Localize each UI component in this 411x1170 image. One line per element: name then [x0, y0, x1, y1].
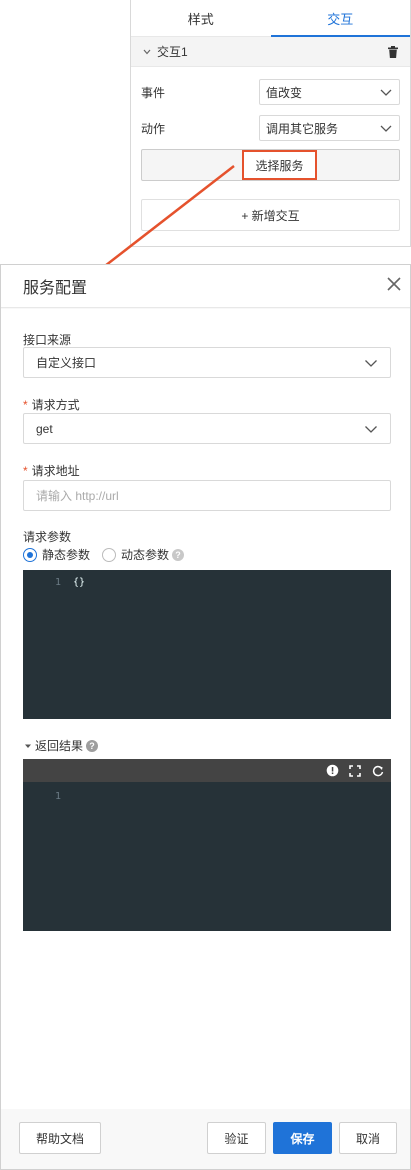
static-params-radio[interactable]: 静态参数 — [23, 546, 90, 563]
method-select[interactable]: get — [23, 413, 391, 444]
select-service-container: 选择服务 — [141, 149, 400, 181]
select-service-button[interactable]: 选择服务 — [242, 150, 317, 180]
save-button[interactable]: 保存 — [273, 1122, 332, 1154]
result-code-editor[interactable]: 1 — [23, 782, 391, 931]
dialog-body: 接口来源 自定义接口 *请求方式 get *请求地址 请求参数 静态 — [1, 309, 410, 1109]
params-code: {} — [73, 577, 86, 588]
validate-button[interactable]: 验证 — [207, 1122, 266, 1154]
help-icon[interactable]: ? — [86, 739, 99, 752]
dynamic-params-label: 动态参数 — [121, 548, 170, 562]
source-value: 自定义接口 — [36, 356, 97, 370]
result-section-toggle[interactable]: 返回结果 ? — [23, 737, 99, 754]
dialog-header: 服务配置 — [1, 265, 410, 308]
action-value: 调用其它服务 — [266, 121, 339, 136]
chevron-down-icon — [379, 121, 393, 135]
method-label-text: 请求方式 — [31, 398, 80, 412]
fullscreen-icon[interactable] — [346, 762, 364, 780]
required-mark: * — [23, 464, 28, 478]
method-value: get — [36, 421, 53, 436]
cancel-button[interactable]: 取消 — [339, 1122, 397, 1154]
action-select[interactable]: 调用其它服务 — [259, 115, 400, 141]
tab-style[interactable]: 样式 — [131, 0, 271, 36]
chevron-down-icon — [379, 85, 393, 99]
action-label: 动作 — [141, 121, 166, 136]
interaction-group-header[interactable]: 交互1 — [131, 37, 410, 67]
close-icon[interactable] — [385, 275, 403, 293]
action-row: 动作 调用其它服务 — [141, 115, 400, 141]
address-label: * 请求地址 — [23, 462, 80, 479]
dialog-title: 服务配置 — [23, 280, 88, 297]
params-mode-radios: 静态参数 动态参数 ? — [23, 546, 196, 563]
caret-down-icon — [23, 741, 33, 751]
trash-icon[interactable] — [386, 45, 400, 59]
radio-indicator — [23, 547, 37, 562]
interaction-panel: 样式 交互 交互1 事件 值改变 动作 调用其它服务 选择服务 + 新增交互 — [130, 0, 411, 247]
service-config-dialog: 服务配置 接口来源 自定义接口 *请求方式 get *请求地址 请求参数 — [0, 264, 411, 1170]
add-interaction-button[interactable]: + 新增交互 — [141, 199, 400, 231]
help-icon[interactable]: ? — [172, 548, 185, 561]
help-doc-button[interactable]: 帮助文档 — [19, 1122, 101, 1154]
radio-indicator — [102, 547, 117, 562]
result-label: 返回结果 — [35, 739, 84, 753]
source-label: 接口来源 — [23, 333, 72, 347]
address-label-text: 请求地址 — [31, 464, 80, 478]
event-select[interactable]: 值改变 — [259, 79, 400, 105]
dynamic-params-radio[interactable]: 动态参数 ? — [102, 546, 185, 563]
event-row: 事件 值改变 — [141, 79, 400, 105]
static-params-label: 静态参数 — [42, 548, 91, 562]
chevron-down-icon — [364, 356, 378, 370]
address-input[interactable] — [23, 480, 391, 511]
refresh-icon[interactable] — [369, 762, 387, 780]
source-select[interactable]: 自定义接口 — [23, 347, 391, 378]
tab-interaction[interactable]: 交互 — [270, 0, 411, 37]
chevron-down-icon — [364, 422, 378, 436]
dialog-footer: 帮助文档 验证 保存 取消 — [1, 1109, 410, 1169]
line-number: 1 — [54, 577, 61, 588]
panel-tabs: 样式 交互 — [131, 0, 410, 37]
line-number: 1 — [54, 791, 61, 802]
method-label: * 请求方式 — [23, 396, 80, 413]
result-editor-toolbar — [23, 759, 391, 782]
info-icon[interactable] — [323, 762, 341, 780]
params-code-editor[interactable]: 1 {} — [23, 570, 391, 719]
event-value: 值改变 — [266, 85, 303, 100]
params-label: 请求参数 — [23, 530, 72, 544]
event-label: 事件 — [141, 85, 166, 100]
interaction-group-title: 交互1 — [157, 45, 188, 59]
required-mark: * — [23, 398, 28, 412]
chevron-down-icon[interactable] — [141, 46, 153, 58]
